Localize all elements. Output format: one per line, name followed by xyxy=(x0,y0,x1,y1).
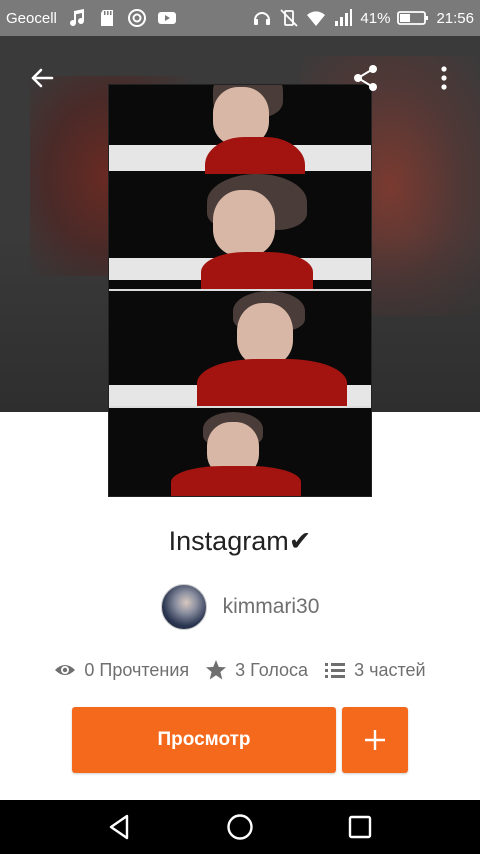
add-to-library-button[interactable] xyxy=(342,707,408,773)
square-recents-icon xyxy=(348,815,372,839)
more-vertical-icon xyxy=(441,66,447,90)
eye-icon xyxy=(55,665,76,675)
back-button[interactable] xyxy=(18,54,66,102)
cover-panel xyxy=(109,291,371,408)
nav-back-button[interactable] xyxy=(96,803,144,851)
headset-icon xyxy=(252,8,272,28)
story-stats: 0 Прочтения 3 Голоса 3 частей xyxy=(0,656,480,684)
plus-icon xyxy=(365,730,385,750)
status-bar: Geocell 41% 21:56 xyxy=(0,0,480,36)
votes-count: 3 Голоса xyxy=(235,659,309,680)
share-button[interactable] xyxy=(342,54,390,102)
system-nav-bar xyxy=(0,800,480,854)
story-title: Instagram✔ xyxy=(168,526,312,556)
parts-count: 3 частей xyxy=(354,659,426,680)
vibrate-icon xyxy=(279,8,299,28)
star-icon xyxy=(206,660,227,680)
battery-icon xyxy=(397,8,429,28)
share-icon xyxy=(354,65,377,91)
wattpad-icon xyxy=(127,8,147,28)
author-row[interactable]: kimmari30 xyxy=(0,584,480,630)
story-cover-image[interactable] xyxy=(108,84,372,497)
cover-panel xyxy=(109,174,371,291)
clock: 21:56 xyxy=(436,9,474,27)
youtube-icon xyxy=(157,8,177,28)
battery-percent: 41% xyxy=(360,9,391,27)
read-button[interactable]: Просмотр xyxy=(72,707,336,773)
list-icon xyxy=(325,663,346,678)
wifi-icon xyxy=(306,8,326,28)
triangle-back-icon xyxy=(109,814,129,840)
votes-stat: 3 Голоса xyxy=(205,659,308,681)
more-options-button[interactable] xyxy=(420,54,468,102)
signal-icon xyxy=(333,8,353,28)
parts-stat: 3 частей xyxy=(324,659,426,681)
carrier-label: Geocell xyxy=(6,9,57,27)
author-name[interactable]: kimmari30 xyxy=(223,595,320,619)
reads-count: 0 Прочтения xyxy=(84,659,190,680)
reads-stat: 0 Прочтения xyxy=(54,659,189,681)
nav-home-button[interactable] xyxy=(216,803,264,851)
sd-card-icon xyxy=(97,8,117,28)
avatar[interactable] xyxy=(160,584,207,630)
arrow-left-icon xyxy=(31,68,54,88)
circle-home-icon xyxy=(227,814,253,840)
top-toolbar xyxy=(0,36,480,120)
music-icon xyxy=(67,8,87,28)
cover-panel xyxy=(109,408,371,496)
nav-recents-button[interactable] xyxy=(336,803,384,851)
